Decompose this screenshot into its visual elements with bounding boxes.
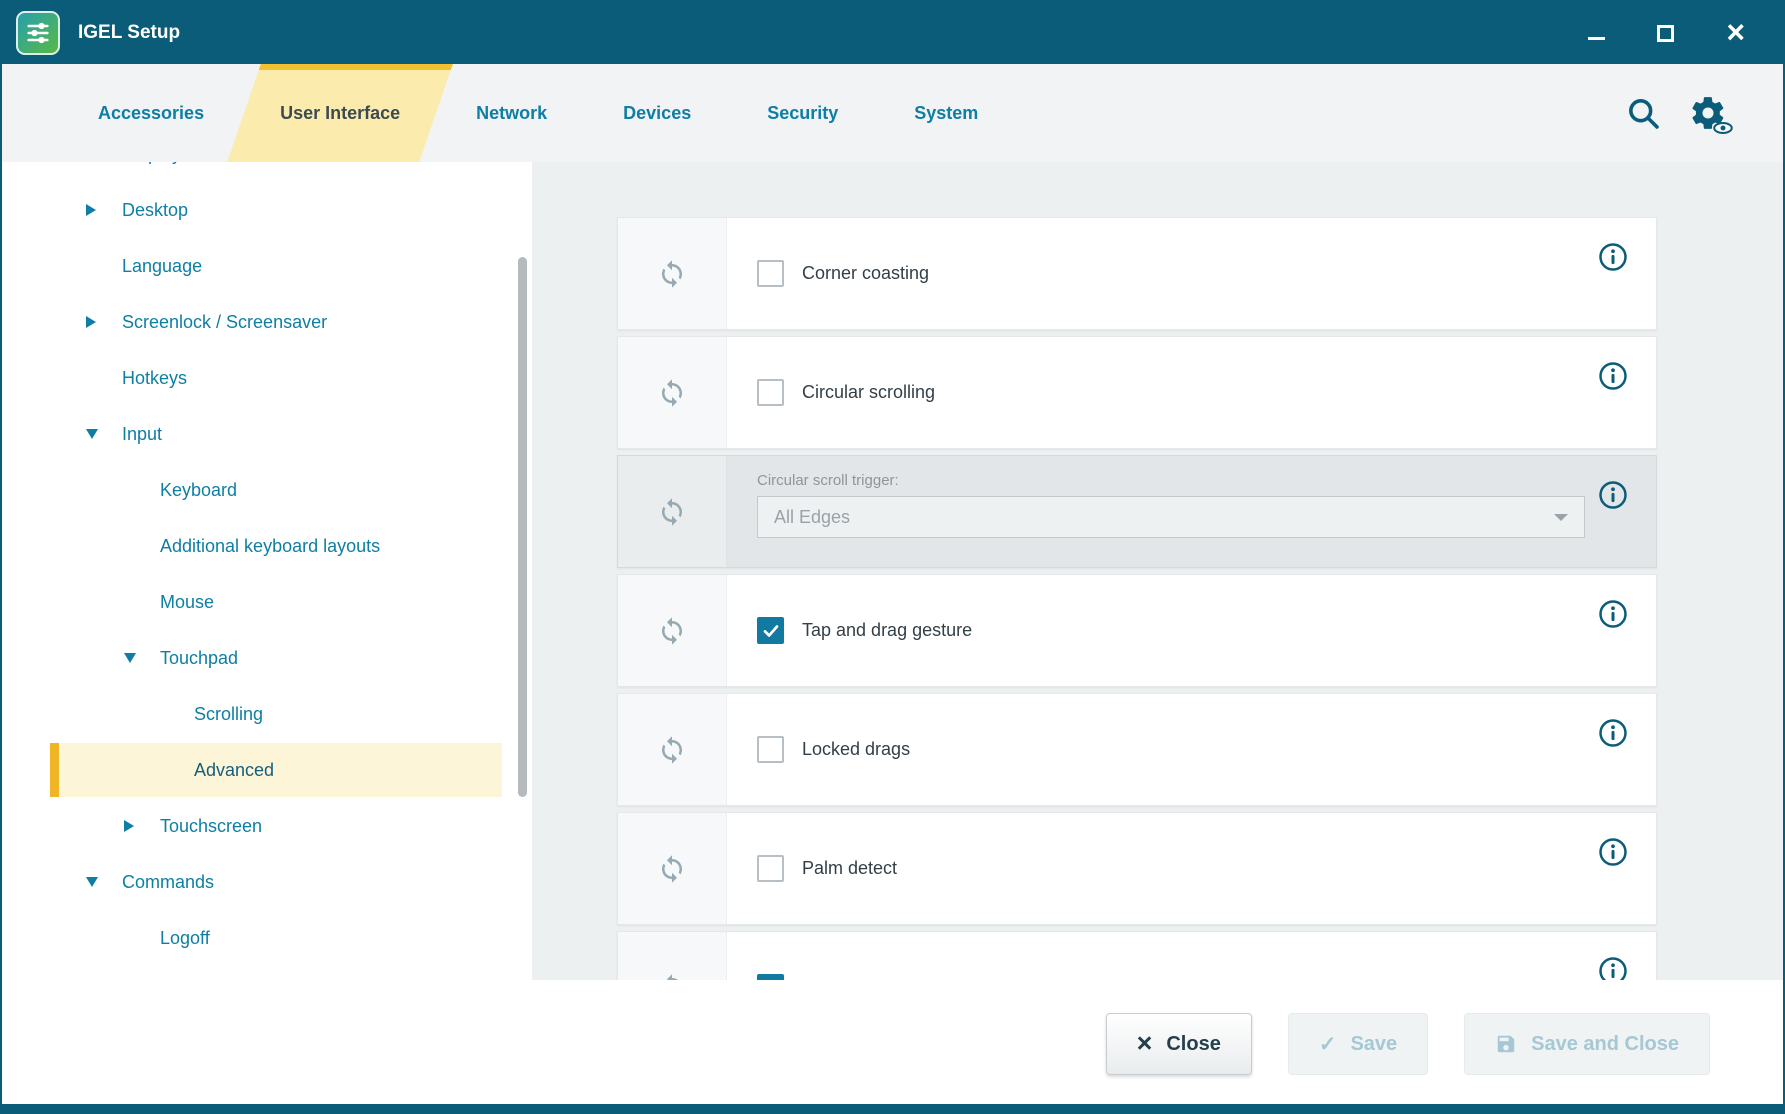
tap-and-drag-gesture-checkbox[interactable]: Tap and drag gesture xyxy=(757,617,972,644)
titlebar: IGEL Setup xyxy=(2,2,1783,64)
reset-icon[interactable] xyxy=(618,456,727,567)
sidebar-item-mouse[interactable]: Mouse xyxy=(2,574,532,630)
reset-icon[interactable] xyxy=(618,337,727,448)
tab-user-interface[interactable]: User Interface xyxy=(242,64,438,162)
tab-network[interactable]: Network xyxy=(438,64,585,162)
setting-row-locked-drags: Locked drags xyxy=(617,693,1657,806)
eye-icon xyxy=(1713,122,1733,134)
chevron-right-icon xyxy=(86,316,96,328)
maximize-button[interactable] xyxy=(1657,25,1674,42)
info-icon[interactable] xyxy=(1598,361,1628,391)
window-bottom-accent xyxy=(2,1104,1783,1112)
sidebar-item-keyboard[interactable]: Keyboard xyxy=(2,462,532,518)
sidebar-item-hotkeys[interactable]: Hotkeys xyxy=(2,350,532,406)
reset-icon[interactable] xyxy=(618,218,727,329)
reset-icon[interactable] xyxy=(618,813,727,924)
info-icon[interactable] xyxy=(1598,599,1628,629)
sidebar-item-logoff[interactable]: Logoff xyxy=(2,910,532,966)
search-icon[interactable] xyxy=(1625,95,1661,131)
info-icon[interactable] xyxy=(1598,956,1628,980)
corner-coasting-checkbox[interactable]: Corner coasting xyxy=(757,260,929,287)
palm-detect-checkbox[interactable]: Palm detect xyxy=(757,855,897,882)
save-and-close-button[interactable]: Save and Close xyxy=(1464,1013,1710,1075)
setting-row-circular-scroll-trigger: Circular scroll trigger: All Edges xyxy=(617,455,1657,568)
select-value: All Edges xyxy=(774,507,850,528)
sidebar-item-language[interactable]: Language xyxy=(2,238,532,294)
reset-icon[interactable] xyxy=(618,575,727,686)
checkbox-box xyxy=(757,855,784,882)
chevron-down-icon xyxy=(1554,514,1568,528)
checkbox-box xyxy=(757,379,784,406)
sidebar-item-advanced[interactable]: Advanced xyxy=(50,743,502,797)
setup-config-gear-eye-icon[interactable] xyxy=(1689,94,1727,132)
close-window-button[interactable] xyxy=(1726,20,1745,46)
chevron-down-icon xyxy=(86,877,98,887)
close-button[interactable]: Close xyxy=(1106,1013,1252,1075)
maximize-icon xyxy=(1657,25,1674,42)
locked-drags-checkbox[interactable]: Locked drags xyxy=(757,736,910,763)
checkbox-box xyxy=(757,736,784,763)
info-icon[interactable] xyxy=(1598,837,1628,867)
setting-row-circular-scrolling: Circular scrolling xyxy=(617,336,1657,449)
save-button[interactable]: Save xyxy=(1288,1013,1428,1075)
sidebar-item-commands[interactable]: Commands xyxy=(2,854,532,910)
sidebar-item-input[interactable]: Input xyxy=(2,406,532,462)
sidebar-item-touchpad[interactable]: Touchpad xyxy=(2,630,532,686)
circular-scrolling-checkbox[interactable]: Circular scrolling xyxy=(757,379,935,406)
tab-devices[interactable]: Devices xyxy=(585,64,729,162)
sidebar-list: Display Desktop Language Screenlock / Sc… xyxy=(2,162,532,966)
footer-bar: Close Save Save and Close xyxy=(2,980,1783,1108)
setting-row-corner-coasting: Corner coasting xyxy=(617,217,1657,330)
tab-security[interactable]: Security xyxy=(729,64,876,162)
chevron-right-icon xyxy=(124,820,134,832)
chevron-down-icon xyxy=(124,653,136,663)
sidebar-item-additional-keyboard-layouts[interactable]: Additional keyboard layouts xyxy=(2,518,532,574)
window-controls xyxy=(1588,20,1745,46)
sidebar-item-touchscreen[interactable]: Touchscreen xyxy=(2,798,532,854)
tabbar-tools xyxy=(1625,64,1783,162)
sidebar-tree: Display Desktop Language Screenlock / Sc… xyxy=(2,162,532,980)
close-icon xyxy=(1726,20,1745,46)
setting-row-palm-detect: Palm detect xyxy=(617,812,1657,925)
setting-row-partial xyxy=(617,931,1657,980)
sidebar-item-screenlock-screensaver[interactable]: Screenlock / Screensaver xyxy=(2,294,532,350)
setting-row-tap-and-drag-gesture: Tap and drag gesture xyxy=(617,574,1657,687)
minimize-icon xyxy=(1588,37,1605,40)
chevron-down-icon xyxy=(86,429,98,439)
info-icon[interactable] xyxy=(1598,718,1628,748)
minimize-button[interactable] xyxy=(1588,27,1605,40)
checkbox-box xyxy=(757,617,784,644)
reset-icon[interactable] xyxy=(618,694,727,805)
info-icon[interactable] xyxy=(1598,242,1628,272)
close-x-icon xyxy=(1137,1033,1153,1055)
sidebar-item-scrolling[interactable]: Scrolling xyxy=(2,686,532,742)
sidebar-scrollbar[interactable] xyxy=(518,257,527,797)
info-icon[interactable] xyxy=(1598,480,1628,510)
tab-accessories[interactable]: Accessories xyxy=(60,64,242,162)
window-title: IGEL Setup xyxy=(78,22,180,44)
reset-icon[interactable] xyxy=(618,932,727,980)
tab-system[interactable]: System xyxy=(876,64,1016,162)
igel-setup-window: IGEL Setup Accessories User Interface Ne… xyxy=(0,0,1785,1114)
sidebar-item-display[interactable]: Display xyxy=(2,162,532,182)
circular-scroll-trigger-label: Circular scroll trigger: xyxy=(757,472,1656,489)
check-icon xyxy=(1319,1034,1337,1055)
settings-panel: Corner coasting Circular scrolling xyxy=(532,162,1783,980)
circular-scroll-trigger-select[interactable]: All Edges xyxy=(757,496,1585,538)
chevron-right-icon xyxy=(86,204,96,216)
sidebar-item-desktop[interactable]: Desktop xyxy=(2,182,532,238)
floppy-disk-icon xyxy=(1495,1033,1517,1055)
tab-bar: Accessories User Interface Network Devic… xyxy=(2,64,1783,162)
igel-logo-icon xyxy=(16,11,60,55)
checkbox-box xyxy=(757,260,784,287)
